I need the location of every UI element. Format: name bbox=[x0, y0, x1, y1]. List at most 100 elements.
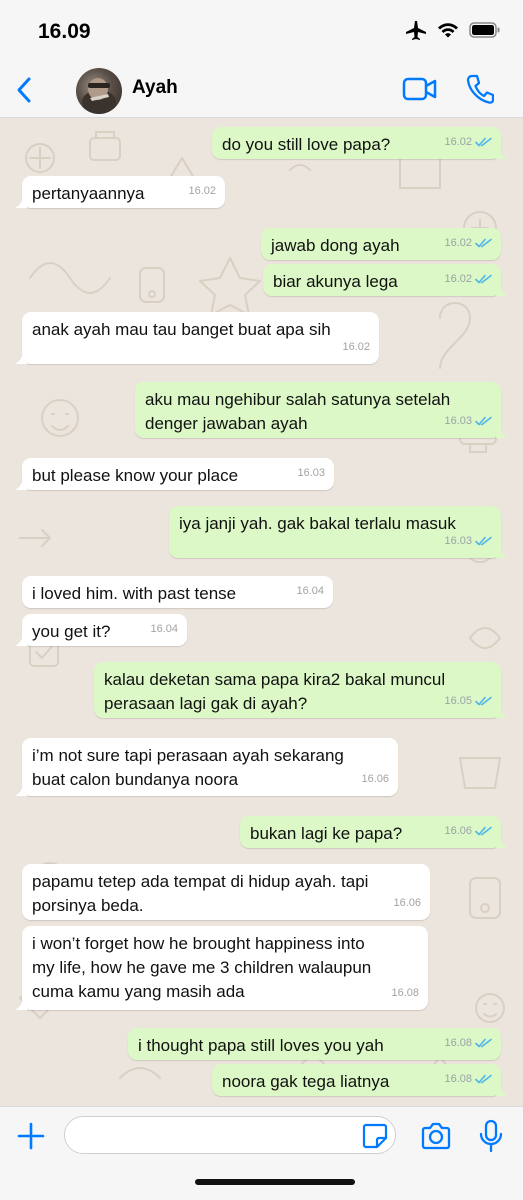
message-meta: 16.02 bbox=[444, 130, 492, 154]
airplane-mode-icon bbox=[405, 20, 427, 45]
read-receipt-icon bbox=[475, 238, 492, 248]
outgoing-message[interactable]: iya janji yah. gak bakal terlalu masuk 16… bbox=[169, 506, 508, 558]
read-receipt-icon bbox=[475, 137, 492, 147]
incoming-message[interactable]: but please know your place 16.03 bbox=[15, 458, 334, 490]
message-meta: 16.08 bbox=[444, 1031, 492, 1055]
status-bar: 16.09 bbox=[0, 0, 523, 62]
message-text: anak ayah mau tau banget buat apa sih bbox=[32, 320, 331, 339]
message-time: 16.02 bbox=[342, 341, 370, 353]
chat-header: Ayah bbox=[0, 62, 523, 118]
avatar[interactable] bbox=[76, 68, 122, 114]
video-call-button[interactable] bbox=[402, 76, 438, 102]
bubble-tail bbox=[496, 704, 508, 718]
message-text: kalau deketan sama papa kira2 bakal munc… bbox=[104, 670, 446, 713]
message-meta: 16.06 bbox=[444, 819, 492, 843]
attach-button[interactable] bbox=[16, 1121, 46, 1151]
outgoing-message[interactable]: biar akunya lega 16.02 bbox=[263, 264, 508, 296]
status-time: 16.09 bbox=[38, 20, 91, 43]
message-time: 16.04 bbox=[296, 585, 324, 597]
message-time: 16.06 bbox=[361, 773, 389, 785]
bubble-tail bbox=[496, 145, 508, 159]
bubble-tail bbox=[15, 194, 27, 208]
message-text: but please know your place bbox=[32, 466, 239, 485]
microphone-button[interactable] bbox=[478, 1119, 504, 1153]
input-bar bbox=[0, 1106, 523, 1200]
read-receipt-icon bbox=[475, 696, 492, 706]
message-text: i loved him. with past tense bbox=[32, 584, 237, 603]
incoming-message[interactable]: i loved him. with past tense 16.04 bbox=[22, 576, 333, 608]
camera-button[interactable] bbox=[420, 1122, 452, 1150]
incoming-message[interactable]: i won’t forget how he brought happiness … bbox=[15, 926, 428, 1010]
message-meta: 16.02 bbox=[444, 267, 492, 291]
message-time: 16.08 bbox=[391, 987, 419, 999]
home-indicator bbox=[195, 1179, 355, 1185]
message-meta: 16.08 bbox=[391, 981, 419, 1005]
message-time: 16.05 bbox=[444, 695, 472, 707]
message-meta: 16.02 bbox=[444, 231, 492, 255]
message-meta: 16.04 bbox=[150, 617, 178, 641]
message-meta: 16.04 bbox=[296, 579, 324, 603]
outgoing-message[interactable]: jawab dong ayah 16.02 bbox=[261, 228, 501, 260]
back-button[interactable] bbox=[12, 74, 40, 106]
message-time: 16.02 bbox=[188, 185, 216, 197]
incoming-message[interactable]: i’m not sure tapi perasaan ayah sekarang… bbox=[15, 738, 398, 796]
read-receipt-icon bbox=[475, 536, 492, 546]
message-time: 16.04 bbox=[150, 623, 178, 635]
incoming-message[interactable]: papamu tetep ada tempat di hidup ayah. t… bbox=[22, 864, 430, 920]
outgoing-message[interactable]: i thought papa still loves you yah 16.08 bbox=[128, 1028, 501, 1060]
message-input[interactable] bbox=[64, 1116, 396, 1154]
wifi-icon bbox=[437, 22, 459, 43]
bubble-tail bbox=[15, 350, 27, 364]
message-meta: 16.06 bbox=[393, 891, 421, 915]
message-time: 16.02 bbox=[444, 237, 472, 249]
message-meta: 16.03 bbox=[444, 409, 492, 433]
bubble-tail bbox=[496, 544, 508, 558]
bubble-tail bbox=[15, 782, 27, 796]
outgoing-message[interactable]: noora gak tega liatnya 16.08 bbox=[212, 1064, 508, 1096]
bubble-tail bbox=[496, 1082, 508, 1096]
bubble-tail bbox=[15, 632, 27, 646]
status-icons bbox=[405, 20, 501, 45]
message-time: 16.08 bbox=[444, 1073, 472, 1085]
sticker-icon bbox=[362, 1123, 388, 1149]
message-meta: 16.03 bbox=[444, 529, 492, 553]
message-text: i won’t forget how he brought happiness … bbox=[32, 934, 372, 1001]
phone-icon bbox=[466, 74, 495, 104]
message-time: 16.02 bbox=[444, 136, 472, 148]
outgoing-message[interactable]: kalau deketan sama papa kira2 bakal munc… bbox=[94, 662, 508, 718]
message-meta: 16.02 bbox=[342, 335, 370, 359]
voice-call-button[interactable] bbox=[466, 74, 495, 104]
outgoing-message[interactable]: bukan lagi ke papa? 16.06 bbox=[240, 816, 508, 848]
incoming-message[interactable]: anak ayah mau tau banget buat apa sih 16.… bbox=[15, 312, 379, 364]
video-camera-icon bbox=[402, 77, 437, 101]
message-meta: 16.08 bbox=[444, 1067, 492, 1091]
incoming-message[interactable]: you get it? 16.04 bbox=[15, 614, 187, 646]
outgoing-message[interactable]: aku mau ngehibur salah satunya setelah d… bbox=[135, 382, 508, 438]
incoming-message[interactable]: pertanyaannya 16.02 bbox=[15, 176, 225, 208]
message-meta: 16.02 bbox=[188, 179, 216, 203]
outgoing-message[interactable]: do you still love papa? 16.02 bbox=[212, 127, 508, 159]
camera-icon bbox=[421, 1122, 451, 1150]
read-receipt-icon bbox=[475, 274, 492, 284]
chevron-left-icon bbox=[17, 77, 31, 103]
message-meta: 16.06 bbox=[361, 767, 389, 791]
contact-name[interactable]: Ayah bbox=[132, 77, 178, 99]
bubble-tail bbox=[15, 476, 27, 490]
bubble-tail bbox=[496, 424, 508, 438]
message-text: papamu tetep ada tempat di hidup ayah. t… bbox=[32, 872, 369, 915]
message-time: 16.06 bbox=[393, 897, 421, 909]
sticker-button[interactable] bbox=[362, 1123, 388, 1149]
message-time: 16.03 bbox=[444, 415, 472, 427]
bubble-tail bbox=[496, 834, 508, 848]
message-time: 16.03 bbox=[444, 535, 472, 547]
read-receipt-icon bbox=[475, 1074, 492, 1084]
message-time: 16.06 bbox=[444, 825, 472, 837]
battery-icon bbox=[469, 22, 501, 43]
bubble-tail bbox=[496, 282, 508, 296]
plus-icon bbox=[17, 1122, 45, 1150]
read-receipt-icon bbox=[475, 826, 492, 836]
read-receipt-icon bbox=[475, 416, 492, 426]
message-time: 16.02 bbox=[444, 273, 472, 285]
message-time: 16.03 bbox=[297, 467, 325, 479]
microphone-icon bbox=[479, 1119, 503, 1153]
